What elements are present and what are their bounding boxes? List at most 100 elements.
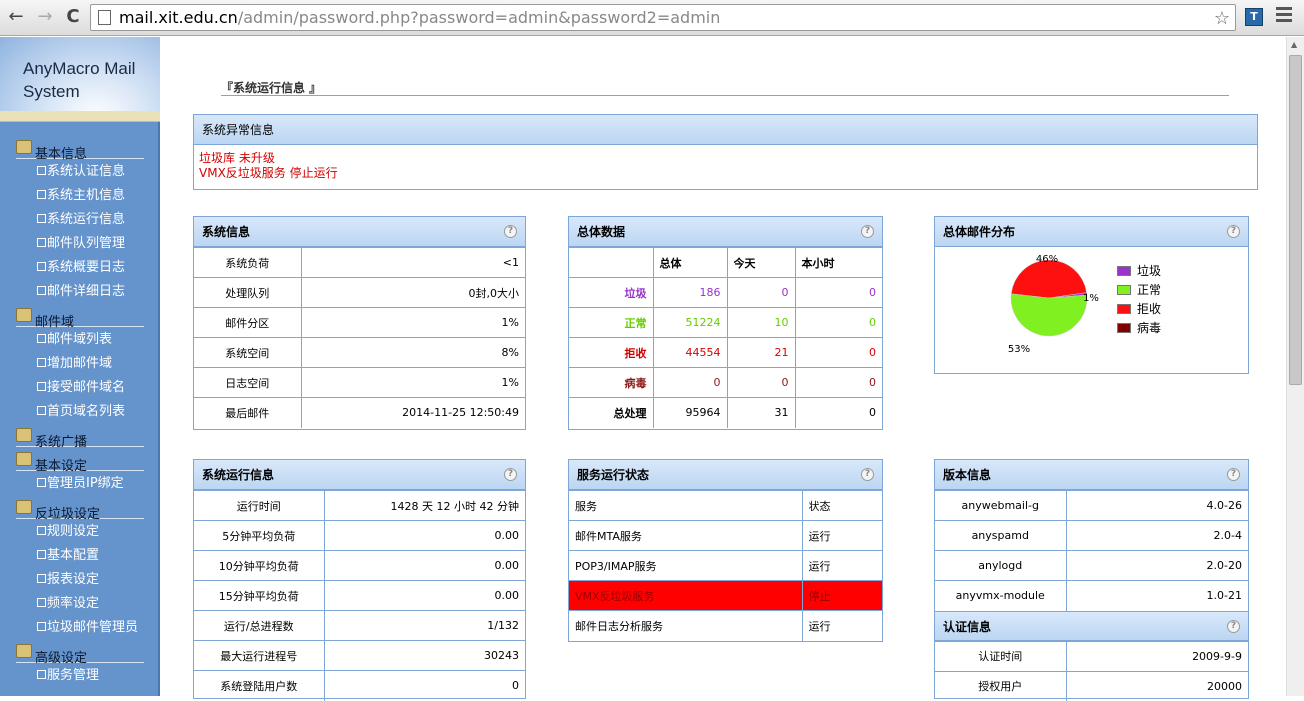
vertical-scrollbar[interactable]: ▲ (1286, 37, 1304, 696)
row-label: 拒收 (569, 338, 653, 368)
scrollbar-thumb[interactable] (1289, 55, 1302, 385)
sidebar-item-label: 邮件详细日志 (47, 284, 125, 299)
sidebar-section-label: 反垃圾设定 (35, 503, 100, 522)
logo-line-2: System (23, 80, 135, 103)
sidebar-item[interactable]: 系统主机信息 (37, 186, 125, 206)
help-icon[interactable]: ? (1227, 468, 1240, 481)
sidebar-item[interactable]: 报表设定 (37, 570, 99, 590)
row-value: 1.0-21 (1066, 581, 1248, 611)
row-label: anylogd (935, 551, 1066, 581)
row-label: anyvmx-module (935, 581, 1066, 611)
sidebar-item-label: 管理员IP绑定 (47, 476, 124, 491)
table-row: 邮件MTA服务运行 (569, 521, 882, 551)
services-panel: 服务运行状态? 服务状态邮件MTA服务运行POP3/IMAP服务运行VMX反垃圾… (568, 459, 883, 642)
table-row: 病毒000 (569, 368, 882, 398)
sidebar-section[interactable]: 邮件域 (16, 307, 144, 327)
sidebar-item[interactable]: 系统运行信息 (37, 210, 125, 230)
help-icon[interactable]: ? (861, 468, 874, 481)
sidebar-item[interactable]: 基本配置 (37, 546, 99, 566)
sidebar-section[interactable]: 反垃圾设定 (16, 499, 144, 519)
sidebar-item[interactable]: 接受邮件域名 (37, 378, 125, 398)
help-icon[interactable]: ? (1227, 225, 1240, 238)
row-label: 病毒 (569, 368, 653, 398)
legend-swatch (1117, 323, 1131, 333)
sidebar-item[interactable]: 服务管理 (37, 666, 99, 686)
legend-item: 垃圾 (1117, 262, 1161, 281)
reload-icon[interactable]: C (63, 6, 83, 27)
sidebar-item-label: 频率设定 (47, 596, 99, 611)
sysinfo-panel: 系统信息? 系统负荷<1处理队列0封,0大小邮件分区1%系统空间8%日志空间1%… (193, 216, 526, 430)
sidebar-item[interactable]: 系统概要日志 (37, 258, 125, 278)
table-row: anylogd2.0-20 (935, 551, 1248, 581)
sidebar-item[interactable]: 邮件域列表 (37, 330, 112, 350)
pie-label: 46% (1036, 254, 1058, 265)
item-box-icon (37, 526, 46, 535)
sidebar-section[interactable]: 系统广播 (16, 427, 144, 447)
pie-label: 1% (1083, 293, 1099, 304)
sidebar-item[interactable]: 频率设定 (37, 594, 99, 614)
item-box-icon (37, 238, 46, 247)
sidebar-item[interactable]: 规则设定 (37, 522, 99, 542)
sidebar-item-label: 系统主机信息 (47, 188, 125, 203)
back-icon[interactable]: ← (6, 6, 26, 27)
legend-label: 垃圾 (1137, 264, 1161, 278)
logo-line-1: AnyMacro Mail (23, 57, 135, 80)
sidebar-item[interactable]: 邮件队列管理 (37, 234, 125, 254)
folder-icon (16, 452, 32, 466)
extension-icon[interactable]: T (1245, 8, 1263, 26)
bookmark-star-icon[interactable]: ☆ (1214, 6, 1230, 31)
row-label: anywebmail-g (935, 491, 1066, 521)
item-box-icon (37, 598, 46, 607)
sidebar-item[interactable]: 系统认证信息 (37, 162, 125, 182)
sidebar-section[interactable]: 高级设定 (16, 643, 144, 663)
page-title: 『系统运行信息 』 (221, 79, 1229, 96)
service-name: VMX反垃圾服务 (569, 581, 802, 611)
row-label: 15分钟平均负荷 (194, 581, 324, 611)
sidebar-item[interactable]: 增加邮件域 (37, 354, 112, 374)
service-status: 运行 (802, 551, 882, 581)
scroll-up-icon[interactable]: ▲ (1291, 40, 1297, 49)
pie-slice-2 (1011, 260, 1086, 298)
row-value: 31 (727, 398, 795, 428)
table-row: 15分钟平均负荷0.00 (194, 581, 525, 611)
distribution-panel: 总体邮件分布? 46%1%53% 垃圾正常拒收病毒 (934, 216, 1249, 374)
row-label: 邮件分区 (194, 308, 301, 338)
help-icon[interactable]: ? (504, 225, 517, 238)
table-row: anyspamd2.0-4 (935, 521, 1248, 551)
sidebar-item-label: 系统运行信息 (47, 212, 125, 227)
row-label: 正常 (569, 308, 653, 338)
folder-icon (16, 500, 32, 514)
sidebar-section-label: 系统广播 (35, 431, 87, 450)
row-value: 1% (301, 368, 525, 398)
services-title: 服务运行状态 (577, 468, 649, 482)
table-row: anywebmail-g4.0-26 (935, 491, 1248, 521)
sidebar-item[interactable]: 首页域名列表 (37, 402, 125, 422)
row-value: 0 (324, 671, 525, 701)
runtime-table: 运行时间1428 天 12 小时 42 分钟5分钟平均负荷0.0010分钟平均负… (194, 490, 525, 701)
page-icon (98, 10, 111, 25)
browser-toolbar: ← → C mail.xit.edu.cn/admin/password.php… (0, 0, 1304, 36)
item-box-icon (37, 214, 46, 223)
sidebar-section[interactable]: 基本信息 (16, 139, 144, 159)
distribution-title: 总体邮件分布 (943, 225, 1015, 239)
help-icon[interactable]: ? (1227, 620, 1240, 633)
table-row: anyvmx-module1.0-21 (935, 581, 1248, 611)
row-label: anyspamd (935, 521, 1066, 551)
table-row: 正常51224100 (569, 308, 882, 338)
item-box-icon (37, 382, 46, 391)
sidebar: AnyMacro MailSystem 基本信息系统认证信息系统主机信息系统运行… (0, 37, 160, 696)
address-bar[interactable]: mail.xit.edu.cn/admin/password.php?passw… (90, 4, 1236, 31)
sidebar-item[interactable]: 邮件详细日志 (37, 282, 125, 302)
table-row: 邮件日志分析服务运行 (569, 611, 882, 641)
forward-icon[interactable]: → (35, 6, 55, 27)
sidebar-section[interactable]: 基本设定 (16, 451, 144, 471)
help-icon[interactable]: ? (504, 468, 517, 481)
help-icon[interactable]: ? (861, 225, 874, 238)
table-row: 最大运行进程号30243 (194, 641, 525, 671)
sidebar-item[interactable]: 管理员IP绑定 (37, 474, 124, 494)
item-box-icon (37, 550, 46, 559)
item-box-icon (37, 334, 46, 343)
sidebar-item[interactable]: 垃圾邮件管理员 (37, 618, 138, 638)
sidebar-item-label: 系统认证信息 (47, 164, 125, 179)
menu-icon[interactable] (1276, 7, 1292, 25)
